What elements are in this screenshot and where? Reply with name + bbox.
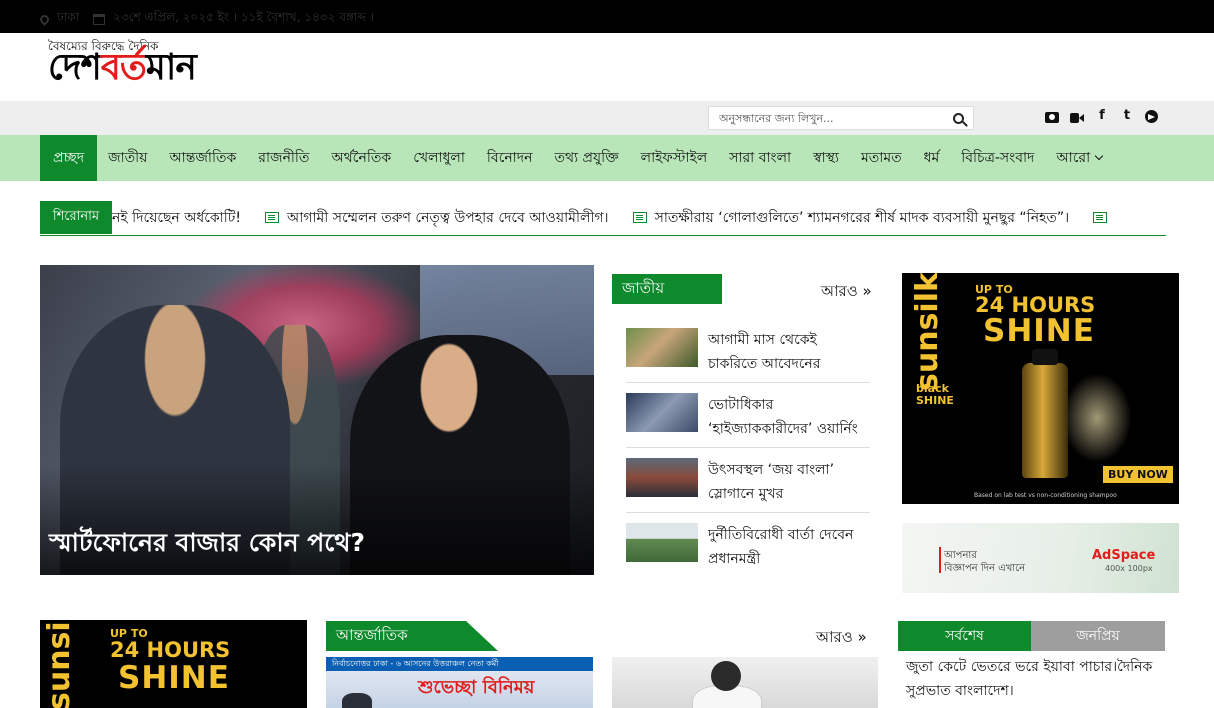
search-input[interactable] <box>709 108 947 128</box>
ad-brand: sunsilk <box>910 273 945 391</box>
latest-news-item[interactable]: জুতা কেটে ভেতরে ভরে ইয়াবা পাচার।দৈনিক স… <box>906 655 1161 703</box>
nav-item-religion[interactable]: ধর্ম <box>913 135 951 181</box>
facebook-icon[interactable]: f <box>1095 108 1109 124</box>
main-nav-bar: প্রচ্ছদ জাতীয় আন্তর্জাতিক রাজনীতি অর্থন… <box>0 135 1214 181</box>
social-links: f t <box>1045 108 1158 124</box>
twitter-icon[interactable]: t <box>1120 108 1134 124</box>
map-pin-icon <box>38 12 51 26</box>
nav-item-misc[interactable]: বিচিত্র-সংবাদ <box>950 135 1045 181</box>
hero-title: স্মার্টফোনের বাজার কোন পথে? <box>49 528 365 557</box>
logo-part-3: মান <box>145 47 197 88</box>
ad-buy-now: BUY NOW <box>1103 466 1173 483</box>
ad-fine-print: Based on lab test vs non-conditioning sh… <box>974 492 1117 499</box>
national-news-list: আগামী মাস থেকেই চাকরিতে আবেদনের ভোটাধিকার… <box>626 318 870 578</box>
nav-item-entertainment[interactable]: বিনোদন <box>476 135 544 181</box>
list-item[interactable]: ভোটাধিকার ‘হাইজ্যাককারীদের’ ওয়ার্নিং <box>626 383 870 448</box>
section-label-international: আন্তর্জাতিক <box>326 621 498 651</box>
main-nav: প্রচ্ছদ জাতীয় আন্তর্জাতিক রাজনীতি অর্থন… <box>40 135 1113 181</box>
nav-item-national[interactable]: জাতীয় <box>97 135 158 181</box>
tab-popular[interactable]: জনপ্রিয় <box>1031 621 1165 651</box>
national-more-link[interactable]: আরও » <box>821 280 872 305</box>
nav-item-health[interactable]: স্বাস্থ্য <box>802 135 850 181</box>
newspaper-icon <box>632 212 647 223</box>
logo-part-1: দেশ <box>48 47 102 88</box>
nav-item-economy[interactable]: অর্থনৈতিক <box>320 135 402 181</box>
list-item[interactable]: দুর্নীতিবিরোধী বার্তা দেবেন প্রধানমন্ত্রী <box>626 513 870 578</box>
location-text: ঢাকা <box>57 10 80 24</box>
list-item[interactable]: আগামী মাস থেকেই চাকরিতে আবেদনের <box>626 318 870 383</box>
news-thumbnail <box>626 523 698 562</box>
international-more-link[interactable]: আরও » <box>816 626 867 651</box>
news-title: আগামী মাস থেকেই চাকরিতে আবেদনের <box>708 332 821 372</box>
news-thumbnail <box>626 458 698 497</box>
nav-item-lifestyle[interactable]: লাইফস্টাইল <box>630 135 719 181</box>
camera-icon[interactable] <box>1045 111 1059 123</box>
side-tabs: সর্বশেষ জনপ্রিয় <box>898 621 1165 651</box>
search-box <box>708 106 974 130</box>
nav-item-international[interactable]: আন্তর্জাতিক <box>158 135 247 181</box>
image-person-head <box>711 661 741 691</box>
ad-brand: sunsilk <box>42 620 77 708</box>
ticker-item-text: সাতক্ষীরায় ‘গোলাগুলিতে’ শ্যামনগরের শীর্… <box>654 209 1070 226</box>
adspace-brand: AdSpace <box>1092 548 1156 563</box>
sunsilk-ad-banner-2[interactable]: sunsilk UP TO 24 HOURS SHINE <box>40 620 307 708</box>
ticker-item-text: নই দিয়েছেন অর্ধকোটি! <box>112 209 241 226</box>
ticker-track: নই দিয়েছেন অর্ধকোটি! আগামী সম্মেলন তরুণ… <box>112 201 1139 234</box>
chevron-down-icon <box>1094 151 1104 161</box>
search-icon[interactable] <box>953 112 964 124</box>
nav-item-opinion[interactable]: মতামত <box>850 135 913 181</box>
ad-splash <box>1062 373 1132 463</box>
news-thumbnail <box>626 328 698 367</box>
image-headline-text: শুভেচ্ছা বিনিময় <box>418 677 535 698</box>
ad-accent-bar <box>939 547 941 573</box>
list-item[interactable]: উৎসবস্থল ‘জয় বাংলা’ স্লোগানে মুখর <box>626 448 870 513</box>
image-person <box>342 693 372 708</box>
adspace-size: 400x 100px <box>1105 564 1153 573</box>
image-banner-text: নির্বাচনোত্তর ঢাকা - ৬ আসনের উত্তরাঞ্চল … <box>326 657 593 671</box>
ticker-item <box>1093 212 1115 223</box>
nav-item-sports[interactable]: খেলাধুলা <box>402 135 476 181</box>
logo-part-2: বর্ত <box>100 47 147 88</box>
nav-item-home[interactable]: প্রচ্ছদ <box>40 135 98 181</box>
location-date: ঢাকা ২৩শে এপ্রিল, ২০২৫ ইং । ১১ই বৈশাখ, ১… <box>38 9 374 29</box>
section-head-international[interactable]: আন্তর্জাতিক <box>326 621 498 651</box>
ad-shine: SHINE <box>118 660 230 696</box>
ad-hours: 24 HOURS <box>110 638 231 662</box>
nav-item-country[interactable]: সারা বাংলা <box>718 135 802 181</box>
international-story-image-2[interactable] <box>612 657 878 708</box>
ticker-item[interactable]: আগামী সম্মেলন তরুণ নেতৃত্ব উপহার দেবে আও… <box>264 206 609 230</box>
ticker-item-text: আগামী সম্মেলন তরুণ নেতৃত্ব উপহার দেবে আও… <box>286 209 609 226</box>
tab-latest[interactable]: সর্বশেষ <box>898 621 1031 651</box>
news-thumbnail <box>626 393 698 432</box>
site-logo[interactable]: দেশবর্তমান <box>48 47 197 88</box>
nav-item-more[interactable]: আরো <box>1045 135 1113 181</box>
sunsilk-ad-banner[interactable]: sunsilk black SHINE UP TO 24 HOURS SHINE… <box>902 273 1179 504</box>
ticker-item[interactable]: সাতক্ষীরায় ‘গোলাগুলিতে’ শ্যামনগরের শীর্… <box>632 206 1070 230</box>
video-icon[interactable] <box>1070 112 1084 123</box>
section-label-national[interactable]: জাতীয় <box>612 274 722 304</box>
adspace-text: আপনার বিজ্ঞাপন দিন এখানে <box>944 550 1026 574</box>
calendar-icon <box>93 13 106 25</box>
ticker-label: শিরোনাম <box>40 201 112 234</box>
headline-ticker: শিরোনাম নই দিয়েছেন অর্ধকোটি! আগামী সম্ম… <box>40 201 1166 236</box>
shampoo-bottle-image <box>1022 349 1068 478</box>
nav-item-tech[interactable]: তথ্য প্রযুক্তি <box>543 135 629 181</box>
ticker-item[interactable]: নই দিয়েছেন অর্ধকোটি! <box>112 206 241 230</box>
newspaper-icon <box>1093 212 1108 223</box>
news-title: ভোটাধিকার ‘হাইজ্যাককারীদের’ ওয়ার্নিং <box>708 397 858 437</box>
telegram-icon[interactable] <box>1145 109 1158 123</box>
news-title: দুর্নীতিবিরোধী বার্তা দেবেন প্রধানমন্ত্রী <box>708 527 854 567</box>
newspaper-icon <box>264 212 279 223</box>
hero-story[interactable]: স্মার্টফোনের বাজার কোন পথে? <box>40 265 594 575</box>
news-title: উৎসবস্থল ‘জয় বাংলা’ স্লোগানে মুখর <box>708 462 835 502</box>
international-story-image[interactable]: নির্বাচনোত্তর ঢাকা - ৬ আসনের উত্তরাঞ্চল … <box>326 657 593 708</box>
nav-more-label: আরো <box>1056 150 1091 166</box>
info-bar <box>0 101 1214 135</box>
ad-shine: SHINE <box>983 313 1095 349</box>
date-text: ২৩শে এপ্রিল, ২০২৫ ইং । ১১ই বৈশাখ, ১৪৩২ ব… <box>113 10 374 24</box>
adspace-banner[interactable]: আপনার বিজ্ঞাপন দিন এখানে AdSpace 400x 100… <box>902 523 1179 593</box>
ad-sub: black SHINE <box>916 382 954 407</box>
nav-item-politics[interactable]: রাজনীতি <box>247 135 320 181</box>
